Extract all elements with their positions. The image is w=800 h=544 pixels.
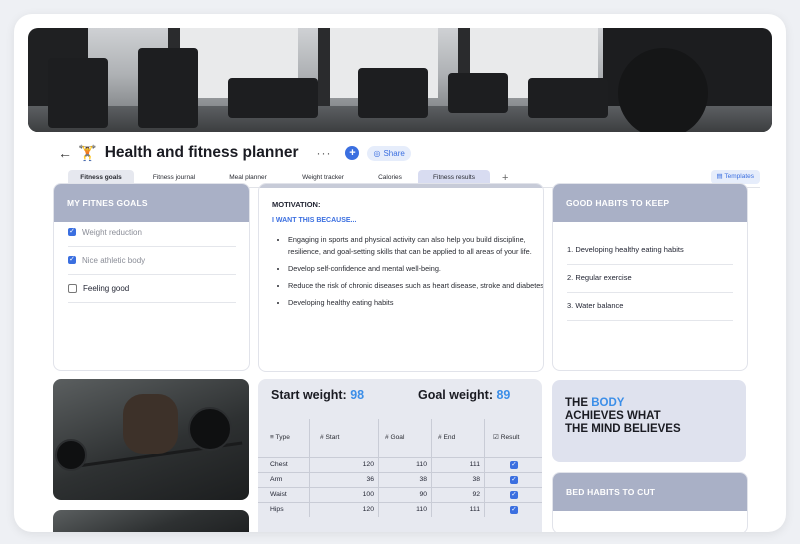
fitness-goals-title: MY FITNES GOALS	[54, 184, 249, 222]
title-emoji-icon: 🏋	[78, 145, 97, 162]
table-row[interactable]: Arm 36 38 38 ✓	[258, 472, 542, 487]
cover-image	[28, 28, 772, 132]
share-label: Share	[383, 148, 405, 158]
start-weight: Start weight: 98	[271, 388, 364, 402]
start-cell: 120	[310, 503, 379, 517]
result-checkbox[interactable]: ✓	[510, 461, 518, 469]
motivation-card: MOTIVATION: I WANT THIS BECAUSE... Engag…	[258, 183, 544, 372]
elliptical-machine	[48, 58, 108, 128]
start-cell: 120	[310, 458, 379, 472]
checkbox-unchecked[interactable]	[68, 283, 77, 293]
start-cell: 100	[310, 488, 379, 502]
table-row[interactable]: Hips 120 110 111 ✓	[258, 502, 542, 517]
page-title: Health and fitness planner	[104, 144, 299, 161]
quote-line3: THE MIND BELIEVES	[565, 423, 681, 435]
elliptical-machine	[138, 48, 198, 128]
goal-item[interactable]: ✓ Nice athletic body	[68, 246, 236, 275]
quote-card: THE BODY ACHIEVES WHAT THE MIND BELIEVES	[552, 380, 746, 462]
type-cell: Waist	[258, 488, 310, 502]
goal-cell: 38	[379, 473, 432, 487]
end-cell: 111	[432, 503, 485, 517]
weight-plate	[188, 407, 232, 451]
column-header[interactable]: # Goal	[379, 419, 432, 457]
fitness-goals-card: MY FITNES GOALS ✓ Weight reduction ✓ Nic…	[53, 183, 250, 371]
treadmill	[528, 78, 608, 118]
start-cell: 36	[310, 473, 379, 487]
motivation-item: Reduce the risk of chronic diseases such…	[288, 280, 543, 292]
motivation-item: Engaging in sports and physical activity…	[288, 234, 543, 259]
column-header[interactable]: ≡ Type	[258, 419, 310, 457]
good-habits-card: GOOD HABITS TO KEEP 1. Developing health…	[552, 183, 748, 371]
end-cell: 111	[432, 458, 485, 472]
column-header[interactable]: ☑ Result	[485, 419, 542, 457]
end-cell: 38	[432, 473, 485, 487]
habit-item: 3. Water balance	[567, 292, 733, 321]
treadmill	[448, 73, 508, 113]
goal-label: Weight reduction	[82, 227, 142, 237]
checkbox-checked[interactable]: ✓	[68, 256, 76, 264]
checkbox-checked[interactable]: ✓	[68, 228, 76, 236]
goal-weight-value: 89	[496, 388, 511, 402]
table-row[interactable]: Waist 100 90 92 ✓	[258, 487, 542, 502]
habit-item: 1. Developing healthy eating habits	[567, 236, 733, 265]
good-habits-title: GOOD HABITS TO KEEP	[553, 184, 747, 222]
weight-tracker-card: Start weight: 98 Goal weight: 89 ≡ Type …	[258, 379, 542, 532]
result-checkbox[interactable]: ✓	[510, 476, 518, 484]
weight-plate	[55, 439, 87, 471]
second-photo	[53, 510, 249, 532]
globe-icon: ◎	[373, 148, 381, 158]
result-checkbox[interactable]: ✓	[510, 506, 518, 514]
app-window: ← 🏋 Health and fitness planner ··· + ◎ S…	[14, 14, 786, 532]
start-weight-label: Start weight:	[271, 388, 347, 402]
goal-cell: 110	[379, 503, 432, 517]
motivation-subtitle: I WANT THIS BECAUSE...	[272, 217, 357, 224]
bad-habits-card: BED HABITS TO CUT	[552, 472, 748, 532]
column-header[interactable]: # End	[432, 419, 485, 457]
add-button[interactable]: +	[345, 146, 360, 160]
quote-line2: ACHIEVES WHAT	[565, 410, 661, 422]
workout-photo	[53, 379, 249, 500]
goal-weight: Goal weight: 89	[418, 388, 510, 402]
templates-icon: ▤	[716, 173, 723, 180]
card-top-bar	[259, 184, 543, 188]
motivation-item: Develop self-confidence and mental well-…	[288, 263, 543, 275]
treadmill	[358, 68, 428, 118]
quote-text: THE BODY ACHIEVES WHAT THE MIND BELIEVES	[565, 397, 681, 436]
motivation-list: Engaging in sports and physical activity…	[274, 234, 543, 313]
motivation-item: Developing healthy eating habits	[288, 297, 543, 309]
start-weight-value: 98	[350, 388, 365, 402]
treadmill	[228, 78, 318, 118]
goal-cell: 90	[379, 488, 432, 502]
goal-item[interactable]: ✓ Weight reduction	[68, 218, 236, 247]
goal-label: Feeling good	[83, 283, 130, 293]
athlete	[123, 394, 178, 454]
type-cell: Chest	[258, 458, 310, 472]
goal-item[interactable]: Feeling good	[68, 274, 236, 303]
type-cell: Hips	[258, 503, 310, 517]
table-row[interactable]: Chest 120 110 111 ✓	[258, 457, 542, 472]
more-options-button[interactable]: ···	[316, 146, 331, 160]
goal-cell: 110	[379, 458, 432, 472]
bike-wheel	[618, 48, 708, 132]
quote-highlight: BODY	[591, 397, 625, 409]
goal-weight-label: Goal weight:	[418, 388, 493, 402]
column-header[interactable]: # Start	[310, 419, 379, 457]
end-cell: 92	[432, 488, 485, 502]
type-cell: Arm	[258, 473, 310, 487]
templates-button[interactable]: ▤ Templates	[710, 170, 760, 184]
result-checkbox[interactable]: ✓	[510, 491, 518, 499]
habit-item: 2. Regular exercise	[567, 264, 733, 293]
page-header: ← 🏋 Health and fitness planner ··· + ◎ S…	[58, 142, 411, 164]
templates-label: Templates	[724, 173, 754, 180]
motivation-title: MOTIVATION:	[272, 200, 321, 209]
back-arrow-icon[interactable]: ←	[58, 145, 72, 161]
quote-line1-a: THE	[565, 397, 592, 409]
goal-label: Nice athletic body	[82, 255, 146, 265]
share-button[interactable]: ◎ Share	[367, 145, 411, 161]
bad-habits-title: BED HABITS TO CUT	[553, 473, 747, 511]
